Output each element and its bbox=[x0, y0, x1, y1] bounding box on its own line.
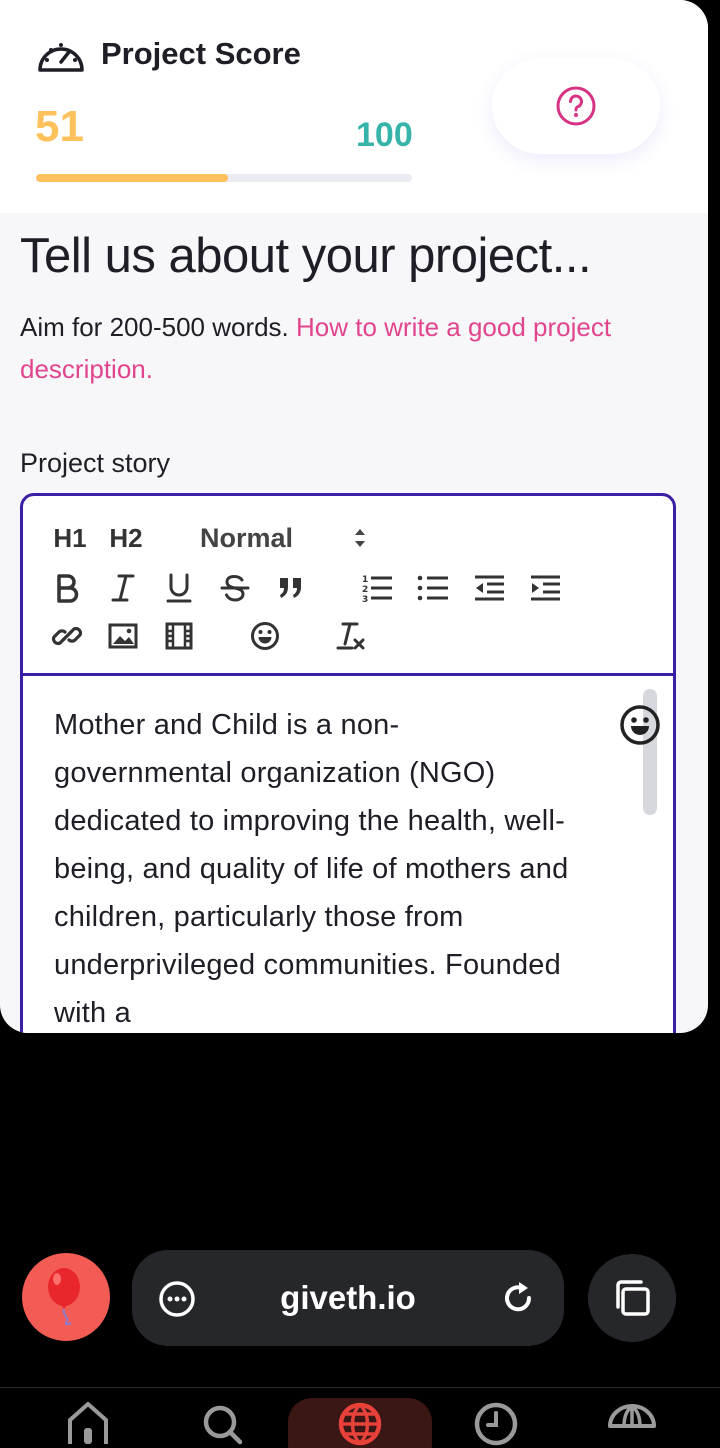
score-progress-bar bbox=[36, 174, 412, 182]
emoji-button[interactable] bbox=[245, 616, 285, 656]
ordered-list-icon: 1 2 3 bbox=[362, 575, 392, 603]
clear-format-icon bbox=[336, 622, 365, 650]
select-arrows-icon bbox=[355, 529, 365, 547]
parachute-icon bbox=[608, 1403, 656, 1428]
smiley-icon bbox=[251, 622, 279, 650]
nav-browser[interactable] bbox=[330, 1396, 390, 1448]
nav-home[interactable] bbox=[58, 1396, 118, 1448]
globe-icon bbox=[338, 1402, 382, 1446]
search-icon bbox=[203, 1405, 243, 1445]
description-hint: Aim for 200-500 words. How to write a go… bbox=[20, 306, 690, 390]
indent-icon bbox=[531, 575, 560, 601]
tabs-icon bbox=[616, 1280, 650, 1316]
ordered-list-button[interactable]: 1 2 3 bbox=[357, 568, 397, 608]
home-icon bbox=[68, 1402, 108, 1444]
score-progress-fill bbox=[36, 174, 228, 182]
quote-icon bbox=[280, 578, 301, 598]
project-score-card: Project Score 51 100 bbox=[0, 0, 708, 213]
italic-button[interactable] bbox=[103, 568, 143, 608]
image-button[interactable] bbox=[103, 616, 143, 656]
bottom-navigation bbox=[0, 1387, 720, 1448]
italic-icon bbox=[111, 574, 135, 602]
heading-1-button[interactable]: H1 bbox=[47, 518, 93, 558]
nav-search[interactable] bbox=[193, 1396, 253, 1448]
nav-history[interactable] bbox=[466, 1396, 526, 1448]
question-circle-icon bbox=[556, 86, 596, 126]
score-value: 51 bbox=[35, 102, 84, 151]
editor-toolbar: H1 H2 Normal 1 2 3 bbox=[23, 496, 673, 676]
link-button[interactable] bbox=[47, 616, 87, 656]
underline-icon bbox=[166, 573, 192, 603]
indent-button[interactable] bbox=[525, 568, 565, 608]
rich-text-editor: H1 H2 Normal 1 2 3 Mother and Child is a… bbox=[20, 493, 676, 1033]
heading-2-button[interactable]: H2 bbox=[103, 518, 149, 558]
svg-text:3: 3 bbox=[362, 595, 368, 603]
blockquote-button[interactable] bbox=[271, 568, 311, 608]
bullet-list-icon bbox=[417, 575, 448, 601]
browser-toolbar: giveth.io bbox=[0, 1230, 720, 1370]
svg-text:1: 1 bbox=[362, 575, 368, 585]
address-bar[interactable]: giveth.io bbox=[132, 1250, 564, 1346]
balloon-icon bbox=[48, 1268, 80, 1326]
emoji-picker-icon[interactable] bbox=[619, 704, 661, 746]
text-format-select[interactable]: Normal bbox=[200, 518, 380, 558]
outdent-button[interactable] bbox=[469, 568, 509, 608]
video-button[interactable] bbox=[159, 616, 199, 656]
score-max: 100 bbox=[356, 116, 413, 154]
reload-icon[interactable] bbox=[498, 1278, 538, 1318]
clear-format-button[interactable] bbox=[331, 616, 371, 656]
svg-text:2: 2 bbox=[362, 585, 368, 595]
clock-icon bbox=[474, 1402, 518, 1446]
balloon-button[interactable] bbox=[22, 1253, 110, 1341]
image-icon bbox=[108, 623, 138, 649]
hint-text: Aim for 200-500 words. bbox=[20, 312, 297, 342]
strikethrough-icon bbox=[220, 574, 250, 602]
bold-icon bbox=[57, 574, 79, 603]
project-story-label: Project story bbox=[20, 448, 171, 478]
project-story-text[interactable]: Mother and Child is a non-governmental o… bbox=[54, 701, 574, 1033]
film-icon bbox=[165, 622, 193, 650]
bullet-list-button[interactable] bbox=[413, 568, 453, 608]
h2-label: H2 bbox=[109, 522, 143, 553]
outdent-icon bbox=[475, 575, 504, 601]
page-heading: Tell us about your project... bbox=[20, 229, 592, 283]
h1-label: H1 bbox=[53, 522, 87, 553]
speedometer-icon bbox=[38, 43, 84, 72]
score-help-button[interactable] bbox=[492, 58, 660, 154]
project-form-sheet: Project Score 51 100 Tell us about your … bbox=[0, 0, 708, 1033]
nav-airdrop[interactable] bbox=[602, 1396, 662, 1448]
strikethrough-button[interactable] bbox=[215, 568, 255, 608]
format-select-value: Normal bbox=[200, 522, 294, 553]
tabs-button[interactable] bbox=[588, 1254, 676, 1342]
bold-button[interactable] bbox=[47, 568, 87, 608]
site-menu-icon[interactable] bbox=[158, 1280, 196, 1318]
link-icon bbox=[51, 626, 83, 646]
score-title: Project Score bbox=[101, 36, 301, 71]
underline-button[interactable] bbox=[159, 568, 199, 608]
